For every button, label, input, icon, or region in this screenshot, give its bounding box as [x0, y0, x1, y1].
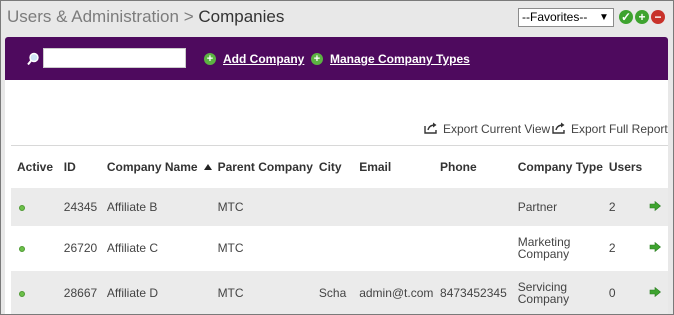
column-header-users[interactable]: Users	[602, 145, 643, 188]
id-cell: 24345	[57, 187, 101, 226]
parent-company-cell: MTC	[211, 187, 313, 226]
company-type-text: Servicing Company	[517, 280, 570, 306]
email-cell: admin@t.com	[353, 270, 435, 314]
company-name-cell: Affiliate C	[100, 225, 212, 271]
table-row[interactable]: 28667 Affiliate D MTC Scha admin@t.com 8…	[11, 270, 668, 314]
breadcrumb: Users & Administration > Companies	[7, 7, 284, 27]
add-company-link[interactable]: Add Company	[223, 52, 304, 66]
company-type-cell: Servicing Company	[511, 270, 603, 314]
page-title: Companies	[198, 7, 285, 26]
toolbar: + Add Company + Manage Company Types	[5, 37, 668, 80]
plus-circle-icon[interactable]: +	[635, 10, 649, 24]
breadcrumb-parent[interactable]: Users & Administration	[7, 7, 179, 26]
action-cell	[642, 225, 668, 271]
email-cell	[353, 187, 435, 226]
users-cell: 0	[602, 270, 643, 314]
company-type-cell: Partner	[511, 187, 603, 226]
column-header-company-type[interactable]: Company Type	[511, 145, 603, 188]
phone-cell	[434, 187, 512, 226]
plus-circle-icon: +	[204, 53, 216, 65]
company-type-text: Partner	[517, 199, 558, 214]
manage-company-types-link[interactable]: Manage Company Types	[330, 52, 470, 66]
check-circle-icon[interactable]: ✓	[619, 10, 633, 24]
id-cell: 26720	[57, 225, 101, 271]
active-cell	[11, 187, 58, 226]
company-name-cell: Affiliate D	[100, 270, 212, 314]
users-cell: 2	[602, 225, 643, 271]
active-status-dot	[19, 291, 25, 297]
email-cell	[353, 225, 435, 271]
sort-ascending-icon	[203, 163, 212, 170]
id-cell: 28667	[57, 270, 101, 314]
company-type-cell: Marketing Company	[511, 225, 603, 271]
favorites-selected-value: --Favorites--	[522, 10, 588, 24]
column-header-email[interactable]: Email	[353, 145, 435, 188]
active-cell	[11, 225, 58, 271]
column-header-label: Company Name	[106, 159, 198, 174]
companies-table: Active ID Company Name Parent Company Ci…	[11, 145, 668, 314]
column-header-phone[interactable]: Phone	[434, 145, 512, 188]
column-header-city[interactable]: City	[312, 145, 354, 188]
column-header-actions	[642, 145, 668, 188]
companies-window: Users & Administration > Companies --Fav…	[0, 0, 674, 315]
parent-company-cell: MTC	[211, 270, 313, 314]
active-status-dot	[19, 246, 25, 252]
phone-cell	[434, 225, 512, 271]
plus-circle-icon: +	[311, 53, 323, 65]
chevron-down-icon: ▼	[599, 12, 609, 23]
users-cell: 2	[602, 187, 643, 226]
export-icon	[424, 122, 437, 134]
action-cell	[642, 270, 668, 314]
arrow-right-icon[interactable]	[649, 287, 661, 297]
column-header-active[interactable]: Active	[11, 145, 58, 188]
column-header-parent-company[interactable]: Parent Company	[211, 145, 313, 188]
phone-cell: 8473452345	[434, 270, 512, 314]
active-cell	[11, 270, 58, 314]
title-bar: Users & Administration > Companies --Fav…	[1, 1, 673, 35]
action-cell	[642, 187, 668, 226]
arrow-right-icon[interactable]	[649, 242, 661, 252]
table-row[interactable]: 26720 Affiliate C MTC Marketing Company …	[11, 225, 668, 271]
minus-circle-icon[interactable]: −	[651, 10, 665, 24]
table-header-row: Active ID Company Name Parent Company Ci…	[11, 145, 668, 188]
export-current-view-link[interactable]: Export Current View	[443, 122, 550, 136]
table-row[interactable]: 24345 Affiliate B MTC Partner 2	[11, 187, 668, 226]
company-type-text: Marketing Company	[517, 235, 571, 261]
city-cell: Scha	[312, 270, 354, 314]
favorites-select[interactable]: --Favorites-- ▼	[518, 8, 614, 27]
companies-panel: Export Current View Export Full Report A…	[5, 80, 668, 314]
active-status-dot	[19, 204, 25, 211]
search-input[interactable]	[43, 48, 186, 68]
city-cell	[312, 225, 354, 271]
breadcrumb-separator: >	[183, 7, 194, 26]
column-header-id[interactable]: ID	[57, 145, 101, 188]
export-icon	[552, 122, 565, 134]
search-icon	[27, 52, 39, 66]
column-header-company-name[interactable]: Company Name	[100, 145, 212, 188]
export-full-report-link[interactable]: Export Full Report	[571, 122, 668, 136]
city-cell	[312, 187, 354, 226]
arrow-right-icon[interactable]	[649, 200, 661, 211]
parent-company-cell: MTC	[211, 225, 313, 271]
company-name-cell: Affiliate B	[100, 187, 212, 226]
